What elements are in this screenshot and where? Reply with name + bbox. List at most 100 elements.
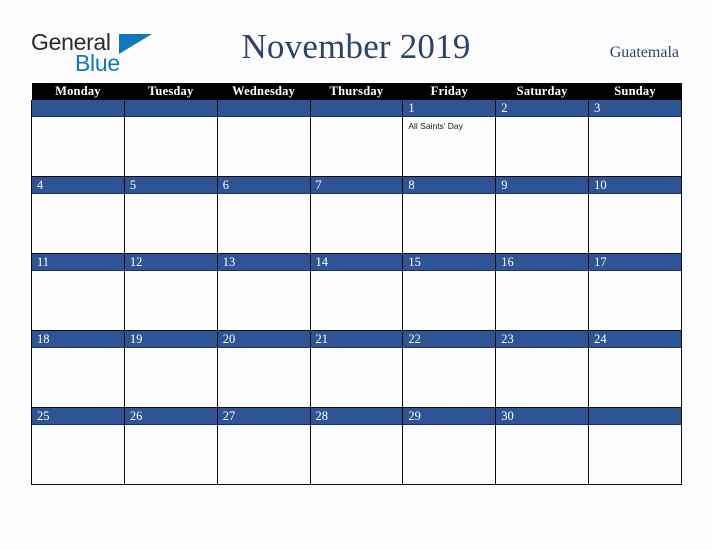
day-number: 28: [310, 408, 403, 425]
calendar-day-cell[interactable]: 28: [309, 407, 404, 485]
day-cell-content: 21: [310, 331, 403, 407]
calendar-day-cell[interactable]: 9: [495, 176, 590, 254]
calendar-week-row: 18 19 20 21 22 23 24: [31, 330, 682, 408]
calendar-empty-cell[interactable]: [216, 100, 311, 177]
calendar-day-cell[interactable]: 21: [309, 330, 404, 408]
weekday-header-row: Monday Tuesday Wednesday Thursday Friday Satu…: [31, 83, 682, 100]
day-cell-content: 20: [217, 331, 310, 407]
day-events: [589, 271, 681, 275]
day-events: [496, 117, 588, 121]
calendar-day-cell[interactable]: 2: [495, 100, 590, 177]
calendar-day-cell[interactable]: 8: [402, 176, 497, 254]
day-cell-content: 3: [589, 100, 681, 176]
calendar-header-row: Monday Tuesday Wednesday Thursday Friday Satu…: [31, 83, 682, 100]
calendar-day-cell[interactable]: 12: [123, 253, 218, 331]
day-events: [125, 348, 217, 352]
calendar-empty-cell[interactable]: [123, 100, 218, 177]
day-number: 5: [124, 177, 217, 194]
calendar-day-cell[interactable]: 29: [402, 407, 497, 485]
calendar-week-row: 1 All Saints’ Day 2 3: [31, 100, 682, 177]
calendar-day-cell[interactable]: 16: [495, 253, 590, 331]
day-number: 14: [310, 254, 403, 271]
day-cell-content: 10: [589, 177, 681, 253]
calendar-day-cell[interactable]: 10: [588, 176, 682, 254]
day-cell-content: 25: [32, 408, 124, 484]
day-number: [217, 100, 310, 117]
day-cell-content: [589, 408, 681, 484]
day-number: 25: [32, 408, 124, 425]
calendar-day-cell[interactable]: 11: [31, 253, 125, 331]
day-events: [589, 117, 681, 121]
day-cell-content: 19: [124, 331, 217, 407]
day-events: [496, 271, 588, 275]
day-number: [310, 100, 403, 117]
calendar-day-cell[interactable]: 14: [309, 253, 404, 331]
location-label: Guatemala: [609, 44, 679, 61]
day-events: [311, 348, 403, 352]
day-events: [589, 348, 681, 352]
day-number: 17: [589, 254, 681, 271]
calendar-empty-cell[interactable]: [309, 100, 404, 177]
calendar-day-cell[interactable]: 23: [495, 330, 590, 408]
calendar-day-cell[interactable]: 30: [495, 407, 590, 485]
day-events: [403, 425, 495, 429]
calendar-day-cell[interactable]: 18: [31, 330, 125, 408]
day-cell-content: 13: [217, 254, 310, 330]
calendar-day-cell[interactable]: 5: [123, 176, 218, 254]
day-events: [218, 425, 310, 429]
calendar-day-cell[interactable]: 7: [309, 176, 404, 254]
day-cell-content: 1 All Saints’ Day: [403, 100, 496, 176]
calendar-day-cell[interactable]: 17: [588, 253, 682, 331]
day-cell-content: 14: [310, 254, 403, 330]
day-number: [124, 100, 217, 117]
day-cell-content: [124, 100, 217, 176]
day-events: [496, 425, 588, 429]
day-number: 29: [403, 408, 496, 425]
calendar-day-cell[interactable]: 20: [216, 330, 311, 408]
day-events: [32, 117, 124, 121]
day-events: [311, 271, 403, 275]
day-cell-content: [32, 100, 124, 176]
calendar-day-cell[interactable]: 13: [216, 253, 311, 331]
day-number: 18: [32, 331, 124, 348]
calendar-empty-cell[interactable]: [588, 407, 682, 485]
calendar-day-cell[interactable]: 25: [31, 407, 125, 485]
calendar-day-cell[interactable]: 6: [216, 176, 311, 254]
day-events: [218, 348, 310, 352]
day-events: [125, 194, 217, 198]
calendar-day-cell[interactable]: 19: [123, 330, 218, 408]
day-number: 12: [124, 254, 217, 271]
page-title: November 2019: [241, 27, 471, 66]
holiday-label: All Saints’ Day: [408, 121, 463, 131]
day-events: [125, 117, 217, 121]
day-number: 22: [403, 331, 496, 348]
calendar-day-cell[interactable]: 4: [31, 176, 125, 254]
day-events: [32, 348, 124, 352]
day-cell-content: 15: [403, 254, 496, 330]
day-number: 3: [589, 100, 681, 117]
calendar-day-cell[interactable]: 3: [588, 100, 682, 177]
day-number: 8: [403, 177, 496, 194]
calendar-day-cell[interactable]: 26: [123, 407, 218, 485]
day-cell-content: 11: [32, 254, 124, 330]
calendar-week-row: 11 12 13 14 15 16 17: [31, 253, 682, 331]
day-cell-content: 29: [403, 408, 496, 484]
calendar-empty-cell[interactable]: [31, 100, 125, 177]
calendar-day-cell[interactable]: 27: [216, 407, 311, 485]
weekday-header-saturday: Saturday: [495, 83, 589, 100]
day-number: 15: [403, 254, 496, 271]
day-cell-content: 4: [32, 177, 124, 253]
day-cell-content: 27: [217, 408, 310, 484]
weekday-header-thursday: Thursday: [310, 83, 403, 100]
day-number: 2: [496, 100, 589, 117]
day-cell-content: 8: [403, 177, 496, 253]
calendar-day-cell[interactable]: 22: [402, 330, 497, 408]
day-cell-content: 7: [310, 177, 403, 253]
calendar-day-cell[interactable]: 1 All Saints’ Day: [402, 100, 497, 177]
day-number: 10: [589, 177, 681, 194]
day-cell-content: 12: [124, 254, 217, 330]
calendar-page: General Blue November 2019 Guatemala Mon…: [0, 0, 712, 550]
calendar-day-cell[interactable]: 24: [588, 330, 682, 408]
calendar-day-cell[interactable]: 15: [402, 253, 497, 331]
day-cell-content: 30: [496, 408, 589, 484]
